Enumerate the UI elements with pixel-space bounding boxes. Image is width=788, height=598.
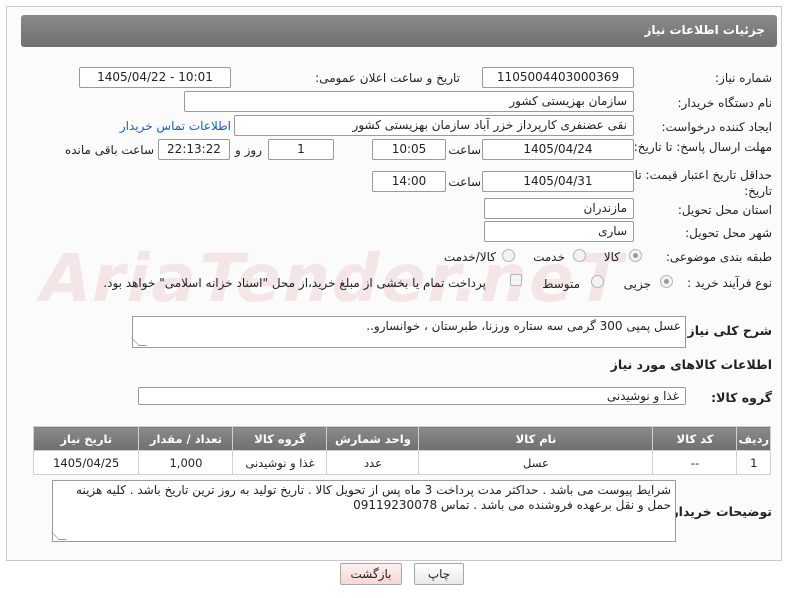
category-label: طبقه بندی موضوعی: <box>665 250 772 264</box>
province-label: استان محل تحویل: <box>677 203 772 217</box>
col-header-code: کد کالا <box>652 426 738 451</box>
back-button[interactable]: بازگشت <box>340 563 402 585</box>
deadline-label: مهلت ارسال پاسخ: تا تاریخ: <box>633 140 772 154</box>
buyer-org-field[interactable]: سازمان بهزیستی کشور <box>184 91 634 112</box>
category-radio-service[interactable] <box>573 249 586 262</box>
cell-name: عسل <box>418 450 654 475</box>
cell-code: -- <box>652 450 738 475</box>
need-number-label: شماره نیاز: <box>715 71 772 85</box>
days-remaining-field[interactable]: 1 <box>268 139 334 160</box>
goods-group-label: گروه کالا: <box>711 390 772 405</box>
deadline-time-field[interactable]: 10:05 <box>372 139 446 160</box>
buyer-notes-label: توضیحات خریدار: <box>666 504 772 519</box>
description-text: عسل پمپی 300 گرمی سه ستاره ورزنا، طبرستا… <box>366 319 681 333</box>
city-label: شهر محل تحویل: <box>685 226 772 240</box>
price-valid-label: حداقل تاریخ اعتبار قیمت: تا تاریخ: <box>634 168 772 198</box>
resize-grip-icon[interactable] <box>51 532 67 540</box>
items-table: ردیف کد کالا نام کالا واحد شمارش گروه کا… <box>32 426 771 475</box>
treasury-payment-checkbox[interactable] <box>510 274 522 286</box>
days-label: روز و <box>235 143 262 157</box>
need-number-field[interactable]: 1105004403000369 <box>482 67 634 88</box>
print-button[interactable]: چاپ <box>414 563 464 585</box>
buyer-notes-text: شرایط پیوست می باشد . حداکثر مدت پرداخت … <box>76 483 671 512</box>
buyer-org-label: نام دستگاه خریدار: <box>677 96 773 110</box>
col-header-group: گروه کالا <box>232 426 328 451</box>
panel-title: جزئیات اطلاعات نیاز <box>644 23 765 37</box>
process-option-partial: جزیی <box>623 277 651 291</box>
cell-need-date: 1405/04/25 <box>32 450 140 475</box>
cell-group: غذا و نوشیدنی <box>232 450 328 475</box>
buyer-notes-textarea[interactable]: شرایط پیوست می باشد . حداکثر مدت پرداخت … <box>51 480 676 542</box>
creator-field[interactable]: نقی عضنفری کارپرداز خزر آباد سازمان بهزی… <box>234 115 634 136</box>
treasury-payment-note: پرداخت تمام یا بخشی از مبلغ خرید،از محل … <box>103 276 486 290</box>
category-radio-goods[interactable] <box>629 249 642 262</box>
category-option-service: خدمت <box>533 250 565 264</box>
price-valid-date-field[interactable]: 1405/04/31 <box>482 171 634 192</box>
price-valid-time-field[interactable]: 14:00 <box>372 171 446 192</box>
goods-info-title: اطلاعات کالاهای مورد نیاز <box>610 357 772 372</box>
resize-grip-icon[interactable] <box>131 338 147 346</box>
col-header-quantity: تعداد / مقدار <box>138 426 234 451</box>
deadline-time-label: ساعت <box>448 143 481 157</box>
col-header-need-date: تاریخ نیاز <box>32 426 140 451</box>
col-header-row-number: ردیف <box>736 426 771 451</box>
category-option-goods-service: کالا/خدمت <box>443 250 496 264</box>
remaining-label: ساعت باقی مانده <box>64 143 154 157</box>
category-option-goods: کالا <box>603 250 620 264</box>
price-valid-time-label: ساعت <box>448 175 481 189</box>
col-header-unit: واحد شمارش <box>326 426 420 451</box>
province-field[interactable]: مازندران <box>484 198 634 219</box>
creator-label: ایجاد کننده درخواست: <box>661 120 772 134</box>
process-radio-partial[interactable] <box>660 275 673 288</box>
cell-row-number: 1 <box>736 450 771 475</box>
category-radio-goods-service[interactable] <box>502 249 515 262</box>
remaining-time-field[interactable]: 22:13:22 <box>158 139 230 160</box>
process-radio-medium[interactable] <box>591 275 604 288</box>
table-header-row: ردیف کد کالا نام کالا واحد شمارش گروه کا… <box>32 426 771 451</box>
cell-quantity: 1,000 <box>138 450 234 475</box>
deadline-date-field[interactable]: 1405/04/24 <box>482 139 634 160</box>
process-option-medium: متوسط <box>542 277 580 291</box>
announce-datetime-field[interactable]: 1405/04/22 - 10:01 <box>79 67 231 88</box>
cell-unit: عدد <box>326 450 420 475</box>
city-field[interactable]: ساری <box>484 221 634 242</box>
process-label: نوع فرآیند خرید : <box>687 276 772 290</box>
table-row[interactable]: 1 -- عسل عدد غذا و نوشیدنی 1,000 1405/04… <box>32 450 771 475</box>
col-header-name: نام کالا <box>418 426 654 451</box>
buyer-contact-link[interactable]: اطلاعات تماس خریدار <box>120 119 231 133</box>
description-textarea[interactable]: عسل پمپی 300 گرمی سه ستاره ورزنا، طبرستا… <box>131 316 686 348</box>
announce-label: تاریخ و ساعت اعلان عمومی: <box>315 71 460 85</box>
goods-group-field[interactable]: غذا و نوشیدنی <box>138 387 686 405</box>
panel-header: جزئیات اطلاعات نیاز <box>21 15 777 47</box>
description-label: شرح کلی نیاز: <box>682 323 772 338</box>
